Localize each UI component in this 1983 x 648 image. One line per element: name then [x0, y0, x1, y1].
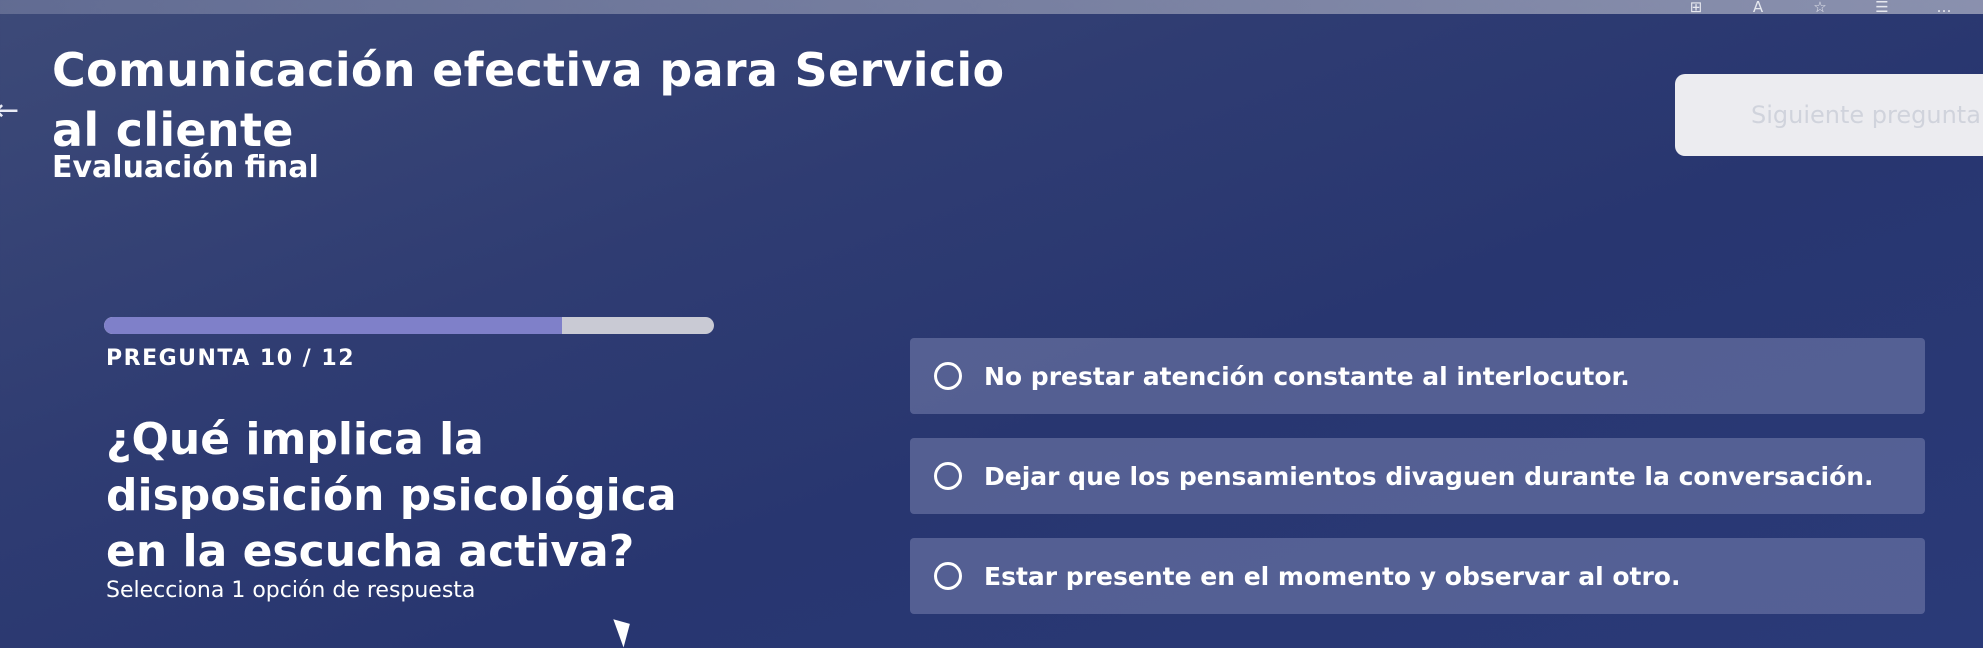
- answer-option-3[interactable]: Estar presente en el momento y observar …: [910, 538, 1925, 614]
- radio-button-icon[interactable]: [934, 362, 962, 390]
- question-progress-bar: [104, 317, 714, 334]
- answer-option-2[interactable]: Dejar que los pensamientos divaguen dura…: [910, 438, 1925, 514]
- answer-instructions: Selecciona 1 opción de respuesta: [106, 578, 476, 603]
- next-question-button[interactable]: Siguiente pregunta: [1675, 74, 1983, 156]
- question-progress-fill: [104, 317, 562, 334]
- browser-toolbar-icons: ⊞ A ☆ ☰ …: [1687, 0, 1953, 15]
- answer-option-label: No prestar atención constante al interlo…: [984, 361, 1630, 391]
- answer-option-label: Dejar que los pensamientos divaguen dura…: [984, 461, 1874, 491]
- radio-button-icon[interactable]: [934, 462, 962, 490]
- browser-toolbar: [0, 0, 1983, 14]
- question-text: ¿Qué implica la disposición psicológica …: [106, 414, 677, 577]
- radio-button-icon[interactable]: [934, 562, 962, 590]
- more-options-icon[interactable]: …: [1935, 0, 1953, 15]
- split-screen-icon[interactable]: ⊞: [1687, 0, 1705, 15]
- answer-option-1[interactable]: No prestar atención constante al interlo…: [910, 338, 1925, 414]
- favorite-star-icon[interactable]: ☆: [1811, 0, 1829, 15]
- question-counter: PREGUNTA 10 / 12: [106, 346, 355, 371]
- read-aloud-icon[interactable]: A: [1749, 0, 1767, 15]
- mouse-cursor-icon: [613, 614, 637, 648]
- back-arrow-icon[interactable]: ←: [0, 96, 19, 126]
- course-title: Comunicación efectiva para Servicio al c…: [52, 43, 1005, 157]
- answer-option-label: Estar presente en el momento y observar …: [984, 561, 1681, 591]
- favorites-list-icon[interactable]: ☰: [1873, 0, 1891, 15]
- section-title: Evaluación final: [52, 150, 319, 185]
